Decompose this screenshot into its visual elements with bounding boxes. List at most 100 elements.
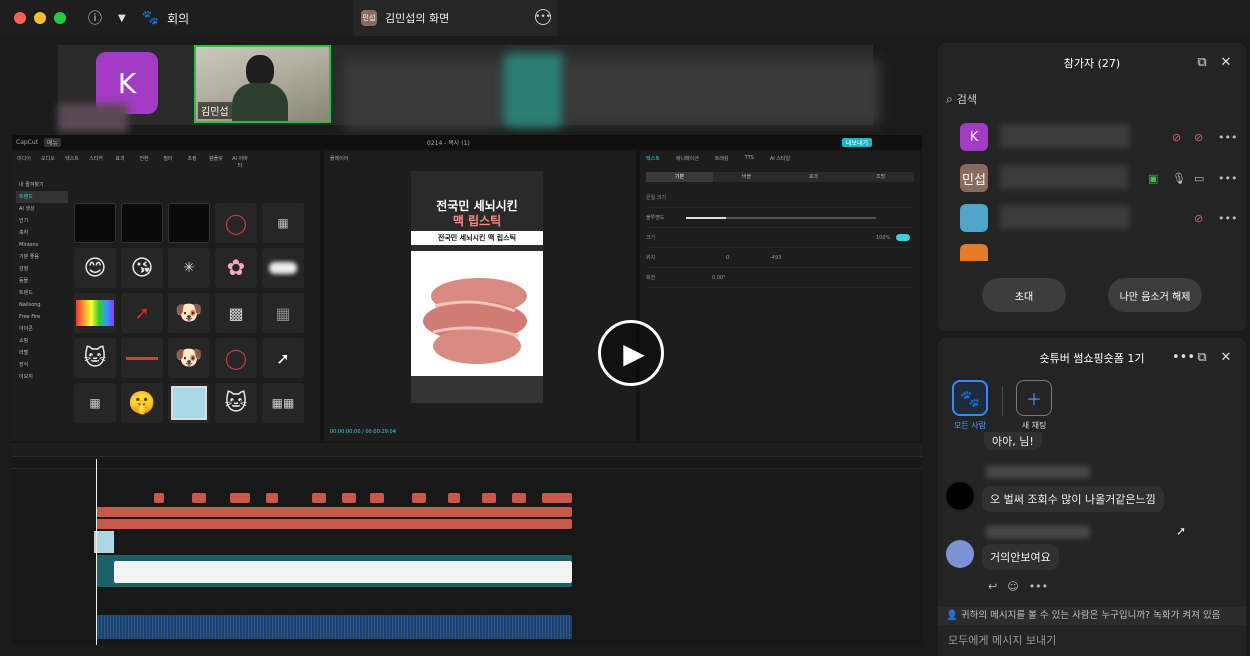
participant-search[interactable]: ⌕ 검색 — [946, 87, 1238, 111]
more-icon[interactable]: ••• — [1172, 350, 1195, 366]
text-track[interactable] — [96, 507, 572, 517]
editor-tool-item[interactable]: 텍스트 — [64, 155, 80, 169]
sticker-item[interactable]: ▩ — [215, 293, 257, 333]
sticker-category-item[interactable]: 장식 — [16, 359, 68, 371]
sticker-category-item[interactable]: 내 즐겨찾기 — [16, 179, 68, 191]
text-clip[interactable] — [266, 493, 278, 503]
text-clip[interactable] — [542, 493, 572, 503]
editor-tool-item[interactable]: 전환 — [136, 155, 152, 169]
more-icon[interactable]: ••• — [1029, 580, 1048, 593]
more-icon[interactable]: ••• — [1218, 172, 1237, 185]
sticker-item[interactable] — [121, 338, 163, 378]
sticker-item[interactable]: ➚ — [121, 293, 163, 333]
minimize-window-button[interactable] — [34, 12, 46, 24]
editor-tool-item[interactable]: 효과 — [112, 155, 128, 169]
text-clip[interactable] — [192, 493, 206, 503]
chat-privacy-notice[interactable]: 👤 귀하의 메시지를 볼 수 있는 사람은 누구입니까? 녹화가 켜져 있음 — [938, 607, 1246, 625]
sticker-category-item[interactable]: 감정 — [16, 263, 68, 275]
unmute-self-button[interactable]: 나만 음소거 해제 — [1108, 278, 1202, 312]
sticker-category-item[interactable]: Free Fire — [16, 311, 68, 323]
chat-message-input[interactable]: 모두에게 메시지 보내기 — [948, 630, 1238, 652]
popout-icon[interactable]: ⧉ — [1194, 55, 1210, 71]
more-options-icon[interactable]: ••• — [535, 9, 551, 25]
text-clip[interactable] — [482, 493, 496, 503]
sticker-category-item[interactable]: 축하 — [16, 227, 68, 239]
sticker-item[interactable] — [121, 203, 163, 243]
sticker-category-item[interactable]: AI 생성 — [16, 203, 68, 215]
sticker-item[interactable] — [168, 203, 210, 243]
audio-track[interactable] — [96, 615, 572, 639]
text-clip[interactable] — [512, 493, 526, 503]
property-tab[interactable]: TTS — [745, 155, 754, 162]
editor-tool-item[interactable]: 미디어 — [16, 155, 32, 169]
sticker-item[interactable]: 😊 — [74, 248, 116, 288]
sticker-item[interactable]: ✳ — [168, 248, 210, 288]
editor-tool-item[interactable]: AI 아바타 — [232, 155, 248, 169]
opacity-slider[interactable] — [686, 217, 876, 219]
chat-everyone-option[interactable]: 🐾 모든 사람 — [950, 380, 990, 431]
sticker-item[interactable]: ➚ — [262, 338, 304, 378]
property-subtab[interactable]: 조명 — [847, 172, 914, 182]
sticker-item[interactable]: ▦▦ — [262, 383, 304, 423]
text-clip[interactable] — [370, 493, 384, 503]
sticker-category-item[interactable]: 트렌드 — [16, 191, 68, 203]
sticker-item[interactable]: ▦ — [262, 203, 304, 243]
sticker-item[interactable]: ▦ — [262, 293, 304, 333]
property-tab[interactable]: 애니메이션 — [676, 155, 699, 162]
sticker-category-item[interactable]: 트렌드 — [16, 287, 68, 299]
property-tab[interactable]: 텍스트 — [646, 155, 660, 162]
sticker-category-item[interactable]: 쇼핑 — [16, 335, 68, 347]
shared-screen-editor[interactable]: CapCut 메뉴 0214 - 복사 (1) 내보내기 미디어 오디오 텍스트 스티… — [12, 135, 922, 645]
property-subtab[interactable]: 기본 — [646, 172, 713, 182]
more-icon[interactable]: ••• — [1218, 212, 1237, 225]
sticker-category-item[interactable]: 아이콘 — [16, 323, 68, 335]
sticker-item[interactable]: ▦ — [74, 383, 116, 423]
text-clip[interactable] — [230, 493, 250, 503]
property-tab[interactable]: 트래킹 — [715, 155, 729, 162]
sticker-category-item[interactable]: Nailsong — [16, 299, 68, 311]
overlay-clip[interactable] — [114, 561, 572, 583]
video-tile-camera[interactable]: 김민섭 — [194, 45, 331, 123]
sticker-item[interactable] — [262, 248, 304, 288]
sticker-item[interactable]: ◯ — [215, 203, 257, 243]
sticker-item[interactable]: 🐶 — [168, 293, 210, 333]
property-subtab[interactable]: 효과 — [780, 172, 847, 182]
sticker-item[interactable]: 🤫 — [121, 383, 163, 423]
export-button[interactable]: 내보내기 — [841, 137, 872, 147]
sticker-category-item[interactable]: 동물 — [16, 275, 68, 287]
sticker-category-item[interactable]: 라벨 — [16, 347, 68, 359]
editor-tool-item[interactable]: 조정 — [184, 155, 200, 169]
close-icon[interactable]: ✕ — [1218, 350, 1234, 366]
participant-row[interactable] — [938, 241, 1246, 261]
invite-button[interactable]: 초대 — [982, 278, 1066, 312]
sticker-category-item[interactable]: 인기 — [16, 215, 68, 227]
sticker-item[interactable]: ✿ — [215, 248, 257, 288]
property-subtab[interactable]: 버블 — [713, 172, 780, 182]
close-icon[interactable]: ✕ — [1218, 55, 1234, 71]
new-chat-option[interactable]: ＋ 새 채팅 — [1014, 380, 1054, 431]
reply-icon[interactable]: ↩ — [988, 580, 997, 593]
info-icon[interactable]: ⓘ — [88, 8, 102, 28]
sticker-category-item[interactable]: 기분 좋음 — [16, 251, 68, 263]
more-icon[interactable]: ••• — [1218, 131, 1237, 144]
screen-share-tab[interactable]: 민섭 김민섭의 화면 ••• — [353, 0, 557, 36]
participant-row[interactable]: K ⊘ ⊘ ••• — [938, 120, 1246, 154]
popout-icon[interactable]: ⧉ — [1194, 350, 1210, 366]
position-x-value[interactable]: 0 — [726, 248, 729, 268]
image-clip[interactable] — [94, 531, 114, 553]
rotate-value[interactable]: 0.00° — [712, 268, 726, 288]
close-window-button[interactable] — [14, 12, 26, 24]
play-button[interactable]: ▶ — [598, 320, 664, 386]
text-track[interactable] — [96, 519, 572, 529]
sticker-item[interactable] — [168, 383, 210, 423]
property-tab[interactable]: AI 스타일 — [770, 155, 790, 162]
editor-tool-item[interactable]: 템플릿 — [208, 155, 224, 169]
sticker-item[interactable]: 🐱 — [74, 338, 116, 378]
scale-value[interactable]: 100% — [876, 228, 890, 248]
sticker-item[interactable]: 😘 — [121, 248, 163, 288]
text-clip[interactable] — [154, 493, 164, 503]
text-clip[interactable] — [342, 493, 356, 503]
participant-row[interactable]: ⊘ ••• — [938, 201, 1246, 235]
sticker-item[interactable]: ◯ — [215, 338, 257, 378]
sticker-item[interactable] — [74, 203, 116, 243]
